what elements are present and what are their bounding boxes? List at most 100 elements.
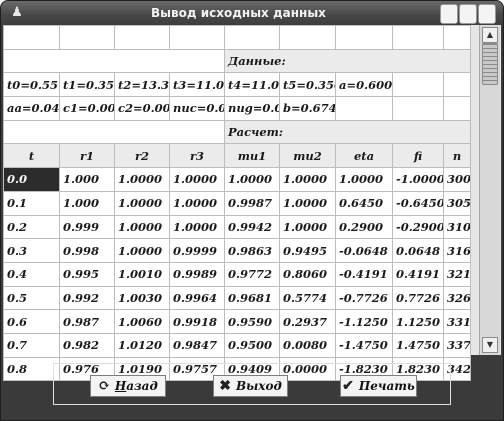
- grid-cell[interactable]: 0.9681: [224, 285, 280, 311]
- column-header[interactable]: r1: [59, 143, 115, 169]
- empty-cell[interactable]: [114, 25, 170, 50]
- grid-cell[interactable]: 1.000: [59, 167, 115, 192]
- param-cell[interactable]: t5=0.350: [279, 72, 336, 98]
- grid-cell[interactable]: 1.0000: [114, 214, 170, 240]
- grid-cell[interactable]: 1.0000: [279, 214, 336, 240]
- grid-cell[interactable]: -0.0648: [335, 238, 393, 263]
- section-calc-label[interactable]: Расчет:: [224, 119, 471, 145]
- grid-cell[interactable]: 0.5: [3, 285, 60, 311]
- grid-cell[interactable]: 0.992: [59, 285, 115, 311]
- table-row[interactable]: 0.0 1.000 1.0000 1.0000 1.0000 1.0000 1.0000 -1…: [3, 167, 471, 192]
- maximize-button[interactable]: [459, 4, 477, 24]
- empty-cell[interactable]: [3, 48, 225, 74]
- section-input-label[interactable]: Данные:: [224, 48, 471, 74]
- param-cell[interactable]: nug=0.00: [224, 96, 280, 121]
- empty-cell[interactable]: [169, 25, 225, 50]
- grid-cell[interactable]: 0.9847: [169, 332, 225, 358]
- empty-cell[interactable]: [3, 119, 225, 145]
- grid-cell[interactable]: 0.2900: [335, 214, 393, 240]
- grid-cell[interactable]: 0.0080: [279, 332, 336, 358]
- grid-cell[interactable]: 0.4: [3, 261, 60, 287]
- grid-cell[interactable]: -0.6450: [392, 190, 444, 216]
- grid-cell[interactable]: 0.995: [59, 261, 115, 287]
- param-cell[interactable]: b=0.674: [279, 96, 336, 121]
- grid-cell[interactable]: 1.0010: [114, 261, 170, 287]
- table-row[interactable]: 0.4 0.995 1.0010 0.9989 0.9772 0.8060 -0.4191 0…: [3, 261, 471, 287]
- grid-cell[interactable]: 0.9999: [169, 238, 225, 263]
- grid-cell[interactable]: 0.1: [3, 190, 60, 216]
- grid-cell[interactable]: 1.000: [59, 190, 115, 216]
- empty-cell[interactable]: [443, 96, 471, 121]
- param-cell[interactable]: a=0.600: [335, 72, 393, 98]
- empty-cell[interactable]: [392, 72, 444, 98]
- param-cell[interactable]: t1=0.350: [59, 72, 115, 98]
- column-header[interactable]: n: [443, 143, 471, 169]
- scroll-up-icon[interactable]: ▲: [482, 27, 498, 43]
- grid-cell[interactable]: 0.982: [59, 332, 115, 358]
- grid-cell[interactable]: 0.6: [3, 309, 60, 334]
- grid-cell[interactable]: 0.9495: [279, 238, 336, 263]
- column-header[interactable]: r3: [169, 143, 225, 169]
- empty-cell[interactable]: [59, 25, 115, 50]
- empty-cell[interactable]: [392, 96, 444, 121]
- section-row[interactable]: Расчет:: [3, 119, 471, 145]
- grid-cell[interactable]: 0.7: [3, 332, 60, 358]
- grid-cell[interactable]: 3053: [443, 190, 471, 216]
- close-button[interactable]: [478, 4, 496, 24]
- grid-cell[interactable]: -1.0000: [392, 167, 444, 192]
- grid-cell[interactable]: 0.8060: [279, 261, 336, 287]
- grid-cell[interactable]: 3319: [443, 309, 471, 334]
- grid-cell[interactable]: 0.9942: [224, 214, 280, 240]
- empty-row[interactable]: [3, 25, 471, 50]
- scroll-down-icon[interactable]: ▼: [482, 337, 498, 353]
- grid-cell[interactable]: 0.7726: [392, 285, 444, 311]
- empty-cell[interactable]: [443, 25, 471, 50]
- grid-cell[interactable]: 0.0648: [392, 238, 444, 263]
- grid-cell[interactable]: 0.8: [3, 356, 60, 382]
- grid-cell[interactable]: 3000: [443, 167, 471, 192]
- grid-cell[interactable]: 0.6450: [335, 190, 393, 216]
- grid-cell[interactable]: 0.9772: [224, 261, 280, 287]
- params-row[interactable]: t0=0.557t1=0.350t2=13.35t3=11.00t4=11.00…: [3, 72, 471, 98]
- vertical-scrollbar[interactable]: ▲ ▼: [479, 25, 500, 355]
- grid-cell[interactable]: 0.9989: [169, 261, 225, 287]
- grid-cell[interactable]: 0.2937: [279, 309, 336, 334]
- column-header[interactable]: mu2: [279, 143, 336, 169]
- grid-cell[interactable]: 0.9590: [224, 309, 280, 334]
- back-button[interactable]: ⟳ Назад: [90, 375, 166, 397]
- header-row[interactable]: t r1 r2 r3 mu1 mu2 eta fi n: [3, 143, 471, 169]
- column-header[interactable]: t: [3, 143, 60, 169]
- param-cell[interactable]: t2=13.35: [114, 72, 170, 98]
- table-row[interactable]: 0.1 1.000 1.0000 1.0000 0.9987 1.0000 0.6450 -0…: [3, 190, 471, 216]
- table-row[interactable]: 0.5 0.992 1.0030 0.9964 0.9681 0.5774 -0.7726 0…: [3, 285, 471, 311]
- table-row[interactable]: 0.2 0.999 1.0000 1.0000 0.9942 1.0000 0.2900 -0…: [3, 214, 471, 240]
- table-row[interactable]: 0.3 0.998 1.0000 0.9999 0.9863 0.9495 -0.0648 0…: [3, 238, 471, 263]
- selected-cell[interactable]: 0.0: [3, 167, 60, 192]
- grid-cell[interactable]: 0.9918: [169, 309, 225, 334]
- param-cell[interactable]: c2=0.00: [114, 96, 170, 121]
- grid-cell[interactable]: 0.999: [59, 214, 115, 240]
- param-cell[interactable]: aa=0.045: [3, 96, 60, 121]
- exit-button[interactable]: ✖ Выход: [213, 375, 288, 397]
- grid-cell[interactable]: 3371: [443, 332, 471, 358]
- grid-cell[interactable]: -0.2900: [392, 214, 444, 240]
- grid-cell[interactable]: 0.9964: [169, 285, 225, 311]
- grid-cell[interactable]: -1.1250: [335, 309, 393, 334]
- grid-cell[interactable]: 0.4191: [392, 261, 444, 287]
- column-header[interactable]: r2: [114, 143, 170, 169]
- params-row[interactable]: aa=0.045c1=0.00c2=0.00nuc=0.03nug=0.00b=…: [3, 96, 471, 121]
- empty-cell[interactable]: [279, 25, 336, 50]
- scroll-thumb[interactable]: [482, 43, 498, 85]
- column-header[interactable]: fi: [392, 143, 444, 169]
- grid-cell[interactable]: 1.0000: [169, 190, 225, 216]
- grid-cell[interactable]: 1.0000: [169, 214, 225, 240]
- grid-cell[interactable]: 1.0000: [279, 190, 336, 216]
- empty-cell[interactable]: [443, 72, 471, 98]
- grid-cell[interactable]: -1.4750: [335, 332, 393, 358]
- grid-cell[interactable]: 0.9863: [224, 238, 280, 263]
- column-header[interactable]: mu1: [224, 143, 280, 169]
- grid-cell[interactable]: 1.0000: [279, 167, 336, 192]
- grid-cell[interactable]: 0.9500: [224, 332, 280, 358]
- minimize-button[interactable]: [440, 4, 458, 24]
- grid-cell[interactable]: -0.4191: [335, 261, 393, 287]
